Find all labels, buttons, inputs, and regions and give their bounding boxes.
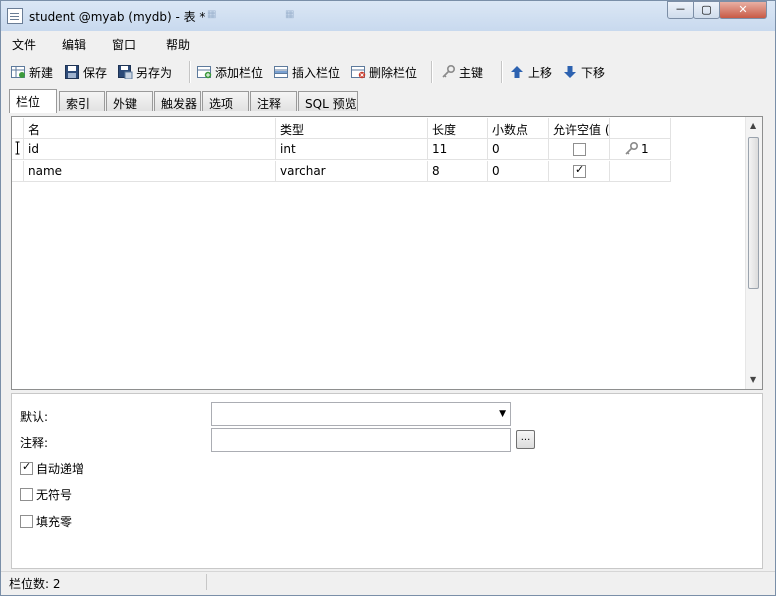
taskbar-ghost-tab-2: ▦ xyxy=(285,9,295,20)
field-length-cell[interactable]: 11 xyxy=(428,139,488,160)
allow-null-checkbox[interactable] xyxy=(573,163,586,178)
save-icon xyxy=(65,65,80,79)
menu-file[interactable]: 文件 xyxy=(12,36,36,53)
insert-field-button[interactable]: 插入栏位 xyxy=(274,63,340,81)
default-dropdown[interactable]: ▼ xyxy=(211,402,511,426)
scroll-thumb[interactable] xyxy=(748,137,759,289)
field-count-status: 栏位数: 2 xyxy=(9,577,61,591)
table-icon xyxy=(7,8,23,24)
field-allow-null-cell[interactable] xyxy=(549,161,610,182)
zerofill-checkbox[interactable] xyxy=(20,515,33,528)
status-bar: 栏位数: 2 xyxy=(1,571,775,593)
insert-field-icon xyxy=(274,65,289,79)
close-button[interactable]: ✕ xyxy=(719,1,767,19)
menu-window[interactable]: 窗口 xyxy=(112,36,136,53)
delete-field-button[interactable]: 删除栏位 xyxy=(351,63,417,81)
delete-field-icon xyxy=(351,65,366,79)
row-cursor-icon xyxy=(12,139,24,160)
unsigned-option[interactable]: 无符号 xyxy=(20,486,72,503)
comment-ellipsis-button[interactable]: ... xyxy=(516,430,535,449)
unsigned-label: 无符号 xyxy=(36,488,73,502)
tab-fields[interactable]: 栏位 xyxy=(9,89,57,113)
window-title: student @myab (mydb) - 表 * xyxy=(29,10,206,24)
scroll-up-arrow-icon[interactable]: ▲ xyxy=(750,121,756,130)
save-as-button[interactable]: 另存为 xyxy=(118,63,172,81)
status-divider xyxy=(206,574,207,590)
taskbar-ghost-tab-1: ▦ xyxy=(207,9,217,20)
field-length-cell[interactable]: 8 xyxy=(428,161,488,182)
new-button[interactable]: 新建 xyxy=(11,63,53,81)
scroll-down-arrow-icon[interactable]: ▼ xyxy=(750,375,756,384)
comment-label: 注释: xyxy=(20,436,49,450)
add-field-button[interactable]: 添加栏位 xyxy=(197,63,263,81)
minimize-button[interactable]: － xyxy=(667,1,694,19)
close-icon: ✕ xyxy=(738,3,748,16)
tab-indexes[interactable]: 索引 xyxy=(59,91,105,111)
row-indicator-header xyxy=(12,118,24,139)
key-icon xyxy=(441,64,456,79)
arrow-up-icon xyxy=(510,65,525,79)
add-field-icon xyxy=(197,65,212,79)
unsigned-checkbox[interactable] xyxy=(20,488,33,501)
minimize-icon: － xyxy=(675,3,686,16)
toolbar-separator xyxy=(189,61,191,83)
save-as-icon xyxy=(118,65,133,80)
key-order: 1 xyxy=(641,142,649,156)
auto-increment-label: 自动递增 xyxy=(36,462,85,476)
designer-tabs: 栏位 索引 外键 触发器 选项 注释 SQL 预览 xyxy=(9,89,767,113)
maximize-icon: ▢ xyxy=(701,3,712,16)
fields-grid[interactable]: 名 类型 长度 小数点 允许空值 ( id int 11 0 1 name va… xyxy=(11,116,763,390)
grid-vertical-scrollbar[interactable]: ▲ ▼ xyxy=(745,117,762,389)
primary-key-button[interactable]: 主键 xyxy=(441,63,483,81)
tab-foreign-keys[interactable]: 外键 xyxy=(106,91,153,111)
toolbar-separator xyxy=(501,61,503,83)
chevron-down-icon: ▼ xyxy=(499,409,506,419)
field-key-cell: 1 xyxy=(610,139,671,160)
toolbar: 新建 保存 另存为 添加栏位 插入栏位 删除栏位 主键 上移 下移 xyxy=(9,59,767,85)
field-properties-panel: 默认: ▼ 注释: ... 自动递增 无符号 填充零 xyxy=(11,393,763,569)
zerofill-option[interactable]: 填充零 xyxy=(20,513,72,530)
zerofill-label: 填充零 xyxy=(36,515,73,529)
field-allow-null-cell[interactable] xyxy=(549,139,610,160)
field-decimals-cell[interactable]: 0 xyxy=(488,139,549,160)
move-down-button[interactable]: 下移 xyxy=(563,63,605,81)
comment-field[interactable] xyxy=(211,428,511,452)
primary-key-icon xyxy=(624,141,639,159)
tab-options[interactable]: 选项 xyxy=(202,91,249,111)
default-label: 默认: xyxy=(20,410,49,424)
table-row[interactable]: name varchar 8 0 xyxy=(12,161,747,183)
tab-sql-preview[interactable]: SQL 预览 xyxy=(298,91,358,111)
move-up-button[interactable]: 上移 xyxy=(510,63,552,81)
allow-null-checkbox[interactable] xyxy=(573,143,586,156)
save-button[interactable]: 保存 xyxy=(65,63,107,81)
menu-edit[interactable]: 编辑 xyxy=(62,36,86,53)
arrow-down-icon xyxy=(563,65,578,79)
grid-header: 名 类型 长度 小数点 允许空值 ( xyxy=(12,118,747,139)
column-header-length[interactable]: 长度 xyxy=(428,118,488,139)
field-type-cell[interactable]: int xyxy=(276,139,428,160)
auto-increment-checkbox[interactable] xyxy=(20,460,33,475)
column-header-key xyxy=(610,118,671,139)
new-table-icon xyxy=(11,65,26,79)
field-name-cell[interactable]: name xyxy=(24,161,276,182)
field-type-cell[interactable]: varchar xyxy=(276,161,428,182)
table-row[interactable]: id int 11 0 1 xyxy=(12,139,747,161)
maximize-button[interactable]: ▢ xyxy=(693,1,720,19)
menu-bar: 文件 编辑 窗口 帮助 xyxy=(9,33,767,55)
column-header-decimals[interactable]: 小数点 xyxy=(488,118,549,139)
menu-help[interactable]: 帮助 xyxy=(166,36,190,53)
table-designer-window: student @myab (mydb) - 表 * ▦ ▦ － ▢ ✕ 文件 … xyxy=(0,0,776,596)
column-header-allow-null[interactable]: 允许空值 ( xyxy=(549,118,610,139)
column-header-name[interactable]: 名 xyxy=(24,118,276,139)
column-header-type[interactable]: 类型 xyxy=(276,118,428,139)
row-indicator xyxy=(12,161,24,182)
toolbar-separator xyxy=(431,61,433,83)
title-bar[interactable]: student @myab (mydb) - 表 * ▦ ▦ － ▢ ✕ xyxy=(1,1,775,31)
auto-increment-option[interactable]: 自动递增 xyxy=(20,460,84,477)
tab-triggers[interactable]: 触发器 xyxy=(154,91,201,111)
tab-comment[interactable]: 注释 xyxy=(250,91,297,111)
field-decimals-cell[interactable]: 0 xyxy=(488,161,549,182)
field-name-cell[interactable]: id xyxy=(24,139,276,160)
field-key-cell xyxy=(610,161,671,182)
